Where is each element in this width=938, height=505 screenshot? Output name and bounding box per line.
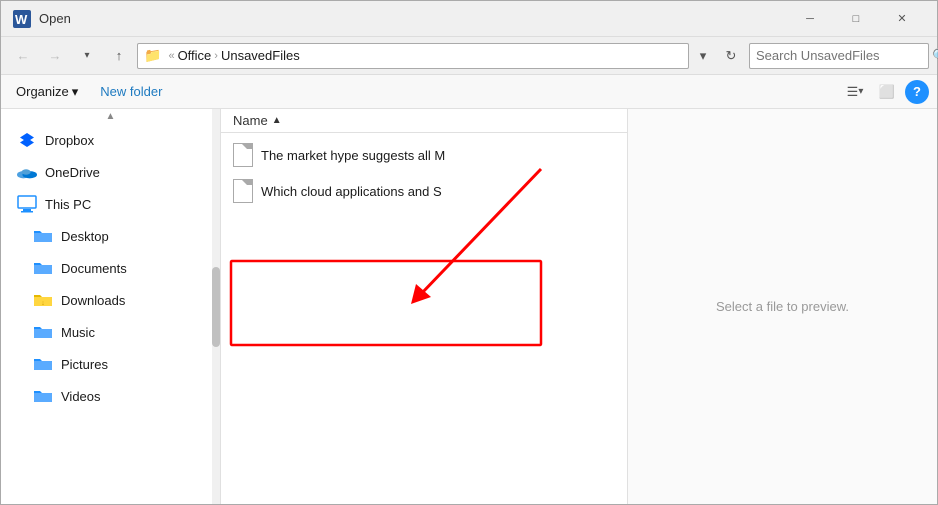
search-input[interactable] [756,48,932,63]
sidebar-scroll-up[interactable]: ▲ [1,109,220,124]
sidebar-desktop-label: Desktop [61,229,109,244]
help-button[interactable]: ? [905,80,929,104]
file-item-1[interactable]: The market hype suggests all M [221,137,627,173]
open-dialog: W Open ─ □ ✕ ← → ▾ ↑ 📁 « Office › Unsave… [0,0,938,505]
onedrive-icon [17,162,37,182]
organize-dropdown-icon: ▾ [72,84,79,100]
sidebar-documents-label: Documents [61,261,127,276]
sidebar-item-desktop[interactable]: Desktop [1,220,220,252]
view-icon: ☰ [847,84,859,100]
name-column-label: Name [233,113,268,128]
sidebar-item-this-pc[interactable]: This PC [1,188,220,220]
address-dropdown-button[interactable]: ▾ [693,43,713,69]
sidebar-onedrive-label: OneDrive [45,165,100,180]
address-arrow: › [214,50,218,62]
refresh-button[interactable]: ↻ [717,43,745,69]
documents-folder-icon [33,258,53,278]
file-item-2[interactable]: Which cloud applications and S [221,173,627,209]
forward-button[interactable]: → [41,42,69,70]
file-icon-2 [233,179,253,203]
preview-text: Select a file to preview. [716,299,849,314]
sidebar-pictures-label: Pictures [61,357,108,372]
title-bar: W Open ─ □ ✕ [1,1,937,37]
column-header-name[interactable]: Name ▲ [221,109,627,133]
address-unsavedfiles: UnsavedFiles [221,48,300,63]
sidebar-videos-label: Videos [61,389,101,404]
address-office: Office [178,48,212,63]
sidebar-scrollbar-thumb [212,267,220,347]
preview-pane-button[interactable]: ⬜ [873,78,901,106]
sidebar-music-label: Music [61,325,95,340]
new-folder-button[interactable]: New folder [93,80,169,103]
back-button[interactable]: ← [9,42,37,70]
organize-label: Organize [16,84,69,99]
file-list: The market hype suggests all M Which clo… [221,133,627,504]
dialog-title: Open [39,11,787,26]
up-button[interactable]: ↑ [105,42,133,70]
sidebar-scrollbar[interactable] [212,109,220,504]
sort-icon: ▲ [272,115,282,126]
file-name-1: The market hype suggests all M [261,148,615,163]
sidebar-item-documents[interactable]: Documents [1,252,220,284]
sidebar-item-videos[interactable]: Videos [1,380,220,412]
pictures-folder-icon [33,354,53,374]
toolbar2-right: ☰ ▾ ⬜ ? [841,78,929,106]
sidebar-item-onedrive[interactable]: OneDrive [1,156,220,188]
svg-text:↓: ↓ [41,300,45,307]
sidebar-this-pc-label: This PC [45,197,91,212]
window-controls: ─ □ ✕ [787,1,925,37]
secondary-toolbar: Organize ▾ New folder ☰ ▾ ⬜ ? [1,75,937,109]
minimize-button[interactable]: ─ [787,1,833,37]
videos-folder-icon [33,386,53,406]
file-area: Name ▲ The market hype suggests all M Wh… [221,109,627,504]
sidebar-item-pictures[interactable]: Pictures [1,348,220,380]
svg-text:W: W [15,12,28,27]
file-name-2: Which cloud applications and S [261,184,615,199]
file-icon-1 [233,143,253,167]
desktop-folder-icon [33,226,53,246]
view-dropdown-icon: ▾ [858,86,863,97]
view-options-button[interactable]: ☰ ▾ [841,78,869,106]
forward-dropdown-button[interactable]: ▾ [73,42,101,70]
search-icon[interactable]: 🔍 [932,48,938,64]
search-bar[interactable]: 🔍 [749,43,929,69]
organize-button[interactable]: Organize ▾ [9,80,85,104]
sidebar: ▲ Dropbox [1,109,221,504]
close-button[interactable]: ✕ [879,1,925,37]
address-separator: « [168,50,174,62]
sidebar-item-dropbox[interactable]: Dropbox [1,124,220,156]
address-folder-icon: 📁 [144,47,161,64]
address-bar[interactable]: 📁 « Office › UnsavedFiles [137,43,689,69]
sidebar-item-downloads[interactable]: ↓ Downloads [1,284,220,316]
word-icon: W [13,10,31,28]
sidebar-item-music[interactable]: Music [1,316,220,348]
main-content: ▲ Dropbox [1,109,937,504]
this-pc-icon [17,194,37,214]
sidebar-dropbox-label: Dropbox [45,133,94,148]
sidebar-downloads-label: Downloads [61,293,125,308]
dropbox-icon [17,130,37,150]
music-folder-icon [33,322,53,342]
nav-toolbar: ← → ▾ ↑ 📁 « Office › UnsavedFiles ▾ ↻ 🔍 [1,37,937,75]
maximize-button[interactable]: □ [833,1,879,37]
downloads-folder-icon: ↓ [33,290,53,310]
preview-pane: Select a file to preview. [627,109,937,504]
